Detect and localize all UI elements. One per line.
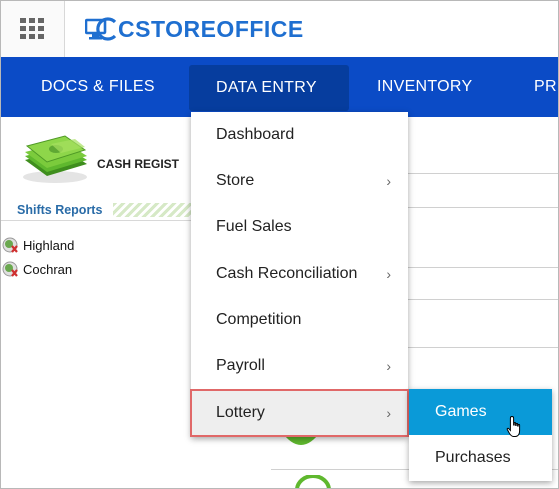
- main-nav: DOCS & FILES DATA ENTRY INVENTORY PR: [1, 57, 558, 117]
- menu-item-dashboard[interactable]: Dashboard: [191, 112, 408, 158]
- cash-register-icon: [23, 135, 87, 183]
- cstore-logo-icon: [85, 17, 117, 41]
- submenu-item-label: Purchases: [435, 449, 511, 466]
- nav-inventory[interactable]: INVENTORY: [377, 57, 472, 117]
- apps-grid-button[interactable]: [1, 1, 65, 57]
- menu-item-label: Lottery: [216, 404, 265, 421]
- menu-item-label: Fuel Sales: [216, 218, 292, 235]
- logo[interactable]: CSTOREOFFICE: [85, 15, 304, 43]
- data-entry-dropdown: Dashboard Store › Fuel Sales Cash Reconc…: [190, 112, 409, 437]
- app-window: CSTOREOFFICE DOCS & FILES DATA ENTRY INV…: [0, 0, 559, 489]
- menu-item-label: Competition: [216, 311, 302, 328]
- menu-item-payroll[interactable]: Payroll ›: [191, 343, 408, 389]
- menu-item-cash-reconciliation[interactable]: Cash Reconciliation ›: [191, 251, 408, 297]
- shifts-reports-link[interactable]: Shifts Reports: [17, 203, 102, 217]
- menu-item-label: Cash Reconciliation: [216, 265, 358, 282]
- menu-item-fuel-sales[interactable]: Fuel Sales: [191, 204, 408, 250]
- green-ring-icon: [295, 475, 331, 488]
- chevron-right-icon: ›: [386, 405, 391, 421]
- menu-item-store[interactable]: Store ›: [191, 158, 408, 204]
- nav-pr[interactable]: PR: [534, 57, 557, 117]
- store-name: Highland: [23, 237, 75, 253]
- menu-item-label: Dashboard: [216, 126, 295, 143]
- nav-data-entry[interactable]: DATA ENTRY: [189, 65, 349, 111]
- hand-cursor-icon: [506, 415, 521, 437]
- menu-item-label: Payroll: [216, 357, 265, 374]
- menu-item-competition[interactable]: Competition: [191, 297, 408, 343]
- menu-item-label: Store: [216, 172, 255, 189]
- nav-docs-files[interactable]: DOCS & FILES: [41, 57, 155, 117]
- chevron-right-icon: ›: [386, 358, 391, 374]
- store-pin-icon: [2, 261, 18, 277]
- store-name: Cochran: [23, 261, 73, 277]
- logo-text: CSTOREOFFICE: [118, 15, 304, 42]
- store-item-highland[interactable]: Highland: [1, 236, 74, 254]
- store-pin-icon: [2, 237, 18, 253]
- chevron-right-icon: ›: [386, 173, 391, 189]
- menu-item-lottery[interactable]: Lottery ›: [190, 389, 409, 437]
- submenu-item-games[interactable]: Games: [409, 389, 552, 435]
- submenu-item-purchases[interactable]: Purchases: [409, 435, 552, 481]
- lottery-submenu: Games Purchases: [409, 389, 552, 481]
- shifts-stripe: [113, 203, 193, 217]
- section-title: CASH REGIST: [97, 157, 180, 171]
- store-item-cochran[interactable]: Cochran: [1, 260, 72, 278]
- submenu-item-label: Games: [435, 403, 487, 420]
- header: CSTOREOFFICE: [1, 1, 558, 57]
- divider: [1, 220, 193, 221]
- chevron-right-icon: ›: [386, 266, 391, 282]
